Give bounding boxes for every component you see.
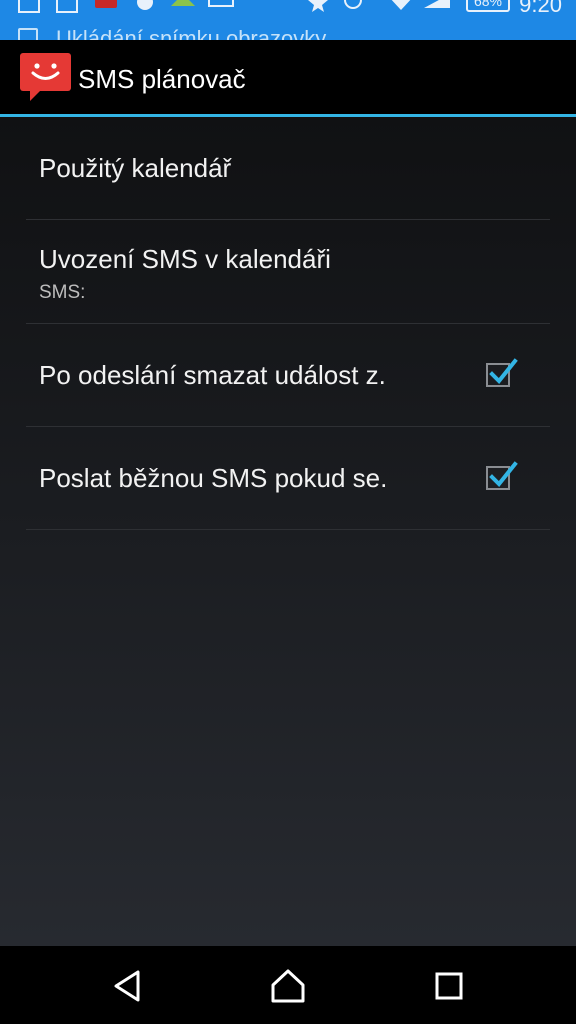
action-bar: SMS plánovač xyxy=(0,40,576,117)
ticker-text: Ukládání snímku obrazovky xyxy=(56,26,327,40)
checkmark-icon xyxy=(489,358,518,384)
signal-icon xyxy=(424,0,452,20)
home-icon[interactable] xyxy=(268,968,308,1004)
send-regular-sms-checkbox[interactable] xyxy=(486,461,518,490)
battery-indicator: 68% xyxy=(466,0,510,12)
screenshot-icon xyxy=(208,0,234,20)
alarm-icon xyxy=(342,0,364,20)
notification-ticker: Ukládání snímku obrazovky xyxy=(18,26,326,40)
recents-icon[interactable] xyxy=(430,968,470,1004)
clock: 9:20 xyxy=(519,0,562,17)
pref-title: Uvození SMS v kalendáři xyxy=(39,244,331,274)
back-icon[interactable] xyxy=(108,968,148,1004)
preferences-screen: Použitý kalendář Uvození SMS v kalendáři… xyxy=(0,117,576,946)
screenshot-ticker-icon xyxy=(18,28,38,40)
calendar-icon xyxy=(18,0,40,20)
screen: 68% 9:20 Ukládání snímku obrazovky SMS p… xyxy=(0,0,576,1024)
pref-title: Po odeslání smazat událost z. xyxy=(39,360,386,390)
pref-title: Poslat běžnou SMS pokud se. xyxy=(39,463,388,493)
star-icon xyxy=(308,0,328,20)
pref-title: Použitý kalendář xyxy=(39,153,232,183)
navigation-bar xyxy=(0,946,576,1024)
wifi-icon xyxy=(386,0,416,20)
message-icon xyxy=(94,0,118,20)
pref-sms-prefix[interactable]: Uvození SMS v kalendáři SMS: xyxy=(26,220,550,324)
app-title: SMS plánovač xyxy=(78,64,246,94)
delete-event-checkbox[interactable] xyxy=(486,358,518,387)
pref-summary: SMS: xyxy=(39,282,86,303)
pref-used-calendar[interactable]: Použitý kalendář xyxy=(26,117,550,220)
sms-smiley-icon[interactable] xyxy=(20,53,71,101)
status-bar: 68% 9:20 Ukládání snímku obrazovky xyxy=(0,0,576,40)
preferences-list: Použitý kalendář Uvození SMS v kalendáři… xyxy=(26,117,550,530)
app-icon xyxy=(134,0,156,20)
pref-delete-event-after-send[interactable]: Po odeslání smazat událost z. xyxy=(26,324,550,427)
landscape-icon xyxy=(170,0,196,20)
gallery-icon xyxy=(56,0,78,20)
checkmark-icon xyxy=(489,461,518,487)
battery-level: 68% xyxy=(473,0,503,9)
pref-send-regular-sms[interactable]: Poslat běžnou SMS pokud se. xyxy=(26,427,550,530)
